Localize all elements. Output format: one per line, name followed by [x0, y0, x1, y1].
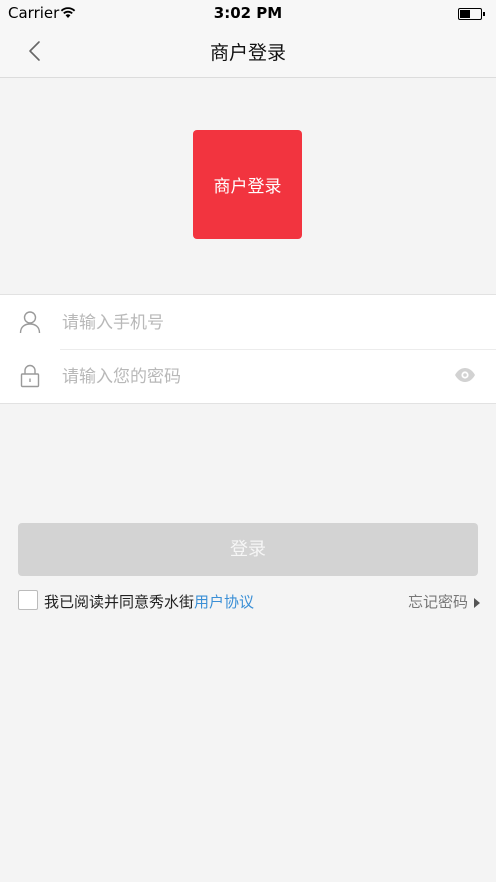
page-title: 商户登录 — [209, 42, 286, 64]
user-agreement-link[interactable]: 用户协议 — [194, 593, 254, 611]
logo-text: 商户登录 — [213, 177, 282, 197]
login-button[interactable]: 登录 — [18, 523, 478, 576]
lock-icon — [20, 364, 40, 388]
agreement-text: 我已阅读并同意秀水街用户协议 — [44, 591, 254, 612]
status-time: 3:02 PM — [213, 4, 283, 22]
merchant-logo: 商户登录 — [193, 130, 302, 239]
phone-input[interactable] — [60, 307, 444, 339]
user-icon — [19, 311, 41, 334]
phone-row — [0, 295, 496, 349]
battery-icon — [458, 8, 485, 20]
status-bar: Carrier 3:02 PM — [0, 0, 496, 26]
forgot-password-link[interactable]: 忘记密码 — [408, 591, 480, 612]
row-divider — [60, 349, 496, 350]
agreement-label: 我已阅读并同意秀水街 — [44, 593, 195, 611]
password-row — [0, 349, 496, 403]
agreement-checkbox[interactable] — [18, 590, 38, 610]
caret-right-icon — [474, 597, 480, 608]
forgot-password-label: 忘记密码 — [407, 593, 468, 611]
password-input[interactable] — [60, 361, 444, 393]
navigation-bar: 商户登录 — [0, 26, 496, 78]
login-form — [0, 294, 496, 404]
eye-icon[interactable] — [454, 367, 476, 383]
